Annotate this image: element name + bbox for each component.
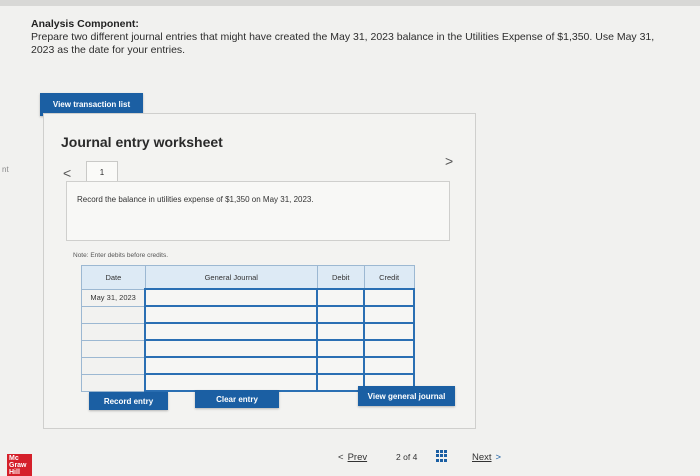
chevron-right-icon: >: [495, 452, 502, 463]
logo-line: Graw: [9, 462, 27, 469]
top-strip: [0, 0, 700, 6]
section-heading: Analysis Component:: [31, 18, 139, 30]
account-input[interactable]: [144, 339, 319, 358]
logo-line: Hill: [9, 469, 20, 476]
debit-input[interactable]: [316, 356, 366, 375]
table-row: [81, 356, 415, 375]
date-column-header: Date: [81, 265, 146, 290]
page-total: 4: [412, 452, 418, 462]
page-indicator: 2 of 4: [396, 452, 417, 462]
credit-input[interactable]: [363, 305, 415, 324]
debit-input[interactable]: [316, 339, 366, 358]
date-cell[interactable]: [81, 322, 146, 341]
debit-input[interactable]: [316, 288, 366, 307]
page-current: 2: [396, 452, 401, 462]
logo-line: Mc: [9, 455, 19, 462]
date-cell[interactable]: May 31, 2023: [81, 288, 146, 307]
table-row: [81, 322, 415, 341]
credit-input[interactable]: [363, 322, 415, 341]
account-input[interactable]: [144, 305, 319, 324]
account-input[interactable]: [144, 288, 319, 307]
debit-column-header: Debit: [316, 265, 365, 290]
debit-input[interactable]: [316, 322, 366, 341]
debit-input[interactable]: [316, 305, 366, 324]
date-cell[interactable]: [81, 339, 146, 358]
chevron-right-icon[interactable]: >: [445, 153, 453, 169]
account-input[interactable]: [144, 322, 319, 341]
view-general-journal-button[interactable]: View general journal: [358, 386, 455, 406]
margin-text: nt: [2, 165, 9, 174]
account-input[interactable]: [144, 373, 319, 392]
chevron-left-icon[interactable]: <: [63, 165, 71, 181]
entry-description-box: [66, 181, 450, 241]
journal-table: Date General Journal Debit Credit May 31…: [81, 265, 415, 392]
entry-description: Record the balance in utilities expense …: [77, 195, 314, 204]
next-page-button[interactable]: Next >: [472, 452, 501, 463]
date-cell[interactable]: [81, 305, 146, 324]
next-label: Next: [472, 452, 492, 463]
instructions-text: Prepare two different journal entries th…: [31, 31, 655, 56]
grid-icon[interactable]: [436, 450, 448, 462]
table-row: [81, 305, 415, 324]
worksheet-title: Journal entry worksheet: [61, 134, 223, 150]
chevron-left-icon: <: [338, 452, 344, 463]
credit-column-header: Credit: [363, 265, 415, 290]
credit-input[interactable]: [363, 339, 415, 358]
debit-credit-note: Note: Enter debits before credits.: [73, 252, 169, 259]
record-entry-button[interactable]: Record entry: [89, 392, 168, 410]
credit-input[interactable]: [363, 356, 415, 375]
account-column-header: General Journal: [144, 265, 318, 290]
date-cell[interactable]: [81, 356, 146, 375]
mcgraw-hill-logo: Mc Graw Hill: [7, 454, 32, 476]
clear-entry-button[interactable]: Clear entry: [195, 390, 279, 408]
table-row: May 31, 2023: [81, 288, 415, 307]
credit-input[interactable]: [363, 288, 415, 307]
prev-page-button[interactable]: < Prev: [338, 452, 367, 463]
date-cell[interactable]: [81, 373, 146, 392]
account-input[interactable]: [144, 356, 319, 375]
journal-header-row: Date General Journal Debit Credit: [81, 265, 415, 290]
page-of: of: [403, 452, 411, 462]
table-row: [81, 339, 415, 358]
prev-label: Prev: [347, 452, 368, 463]
